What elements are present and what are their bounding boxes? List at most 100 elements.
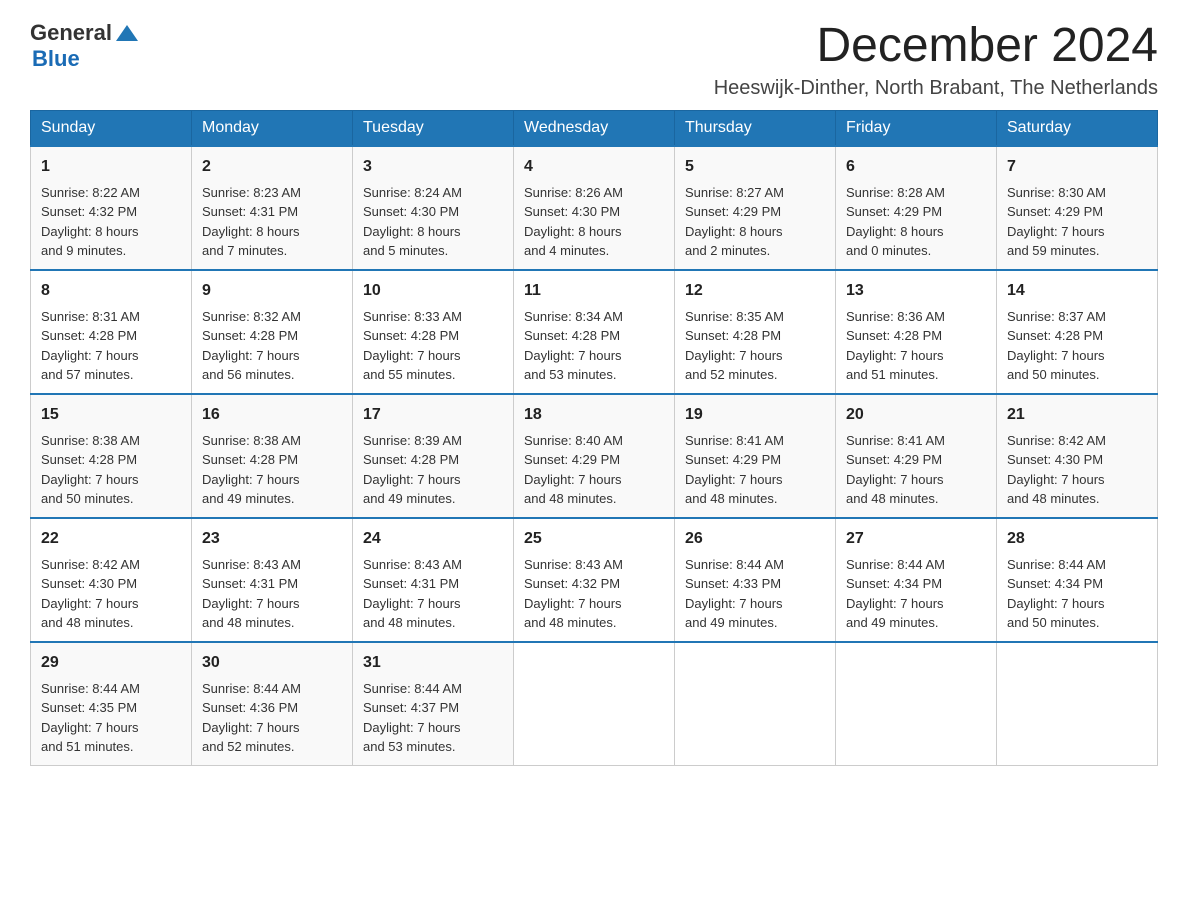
day-sunrise: Sunrise: 8:41 AM (685, 433, 784, 448)
day-daylight-cont: and 49 minutes. (846, 615, 939, 630)
day-daylight-cont: and 59 minutes. (1007, 243, 1100, 258)
logo: General Blue (30, 20, 138, 72)
day-number: 24 (363, 527, 503, 551)
day-daylight-cont: and 48 minutes. (363, 615, 456, 630)
day-number: 5 (685, 155, 825, 179)
day-number: 29 (41, 651, 181, 675)
day-daylight: Daylight: 7 hours (363, 348, 461, 363)
day-sunrise: Sunrise: 8:31 AM (41, 309, 140, 324)
day-sunrise: Sunrise: 8:38 AM (41, 433, 140, 448)
day-sunrise: Sunrise: 8:40 AM (524, 433, 623, 448)
day-header-monday: Monday (192, 110, 353, 146)
day-sunrise: Sunrise: 8:37 AM (1007, 309, 1106, 324)
calendar-cell: 21 Sunrise: 8:42 AM Sunset: 4:30 PM Dayl… (997, 394, 1158, 518)
day-daylight-cont: and 9 minutes. (41, 243, 126, 258)
day-sunset: Sunset: 4:28 PM (41, 328, 137, 343)
day-daylight: Daylight: 7 hours (846, 348, 944, 363)
calendar-cell (997, 642, 1158, 766)
day-sunset: Sunset: 4:34 PM (846, 576, 942, 591)
day-number: 7 (1007, 155, 1147, 179)
day-sunrise: Sunrise: 8:44 AM (41, 681, 140, 696)
day-sunset: Sunset: 4:30 PM (524, 204, 620, 219)
day-sunrise: Sunrise: 8:32 AM (202, 309, 301, 324)
calendar-cell: 15 Sunrise: 8:38 AM Sunset: 4:28 PM Dayl… (31, 394, 192, 518)
day-sunset: Sunset: 4:36 PM (202, 700, 298, 715)
day-sunrise: Sunrise: 8:41 AM (846, 433, 945, 448)
day-daylight: Daylight: 7 hours (524, 472, 622, 487)
day-daylight: Daylight: 7 hours (1007, 472, 1105, 487)
day-daylight: Daylight: 7 hours (202, 720, 300, 735)
day-sunset: Sunset: 4:32 PM (524, 576, 620, 591)
day-sunrise: Sunrise: 8:44 AM (685, 557, 784, 572)
calendar-cell: 1 Sunrise: 8:22 AM Sunset: 4:32 PM Dayli… (31, 146, 192, 270)
day-daylight-cont: and 53 minutes. (524, 367, 617, 382)
calendar-cell: 19 Sunrise: 8:41 AM Sunset: 4:29 PM Dayl… (675, 394, 836, 518)
day-sunrise: Sunrise: 8:30 AM (1007, 185, 1106, 200)
day-sunset: Sunset: 4:28 PM (685, 328, 781, 343)
calendar-cell: 8 Sunrise: 8:31 AM Sunset: 4:28 PM Dayli… (31, 270, 192, 394)
day-daylight-cont: and 49 minutes. (202, 491, 295, 506)
day-number: 4 (524, 155, 664, 179)
calendar-cell: 14 Sunrise: 8:37 AM Sunset: 4:28 PM Dayl… (997, 270, 1158, 394)
day-number: 27 (846, 527, 986, 551)
calendar-cell: 11 Sunrise: 8:34 AM Sunset: 4:28 PM Dayl… (514, 270, 675, 394)
day-number: 14 (1007, 279, 1147, 303)
calendar-cell: 22 Sunrise: 8:42 AM Sunset: 4:30 PM Dayl… (31, 518, 192, 642)
day-header-wednesday: Wednesday (514, 110, 675, 146)
day-number: 20 (846, 403, 986, 427)
day-sunset: Sunset: 4:30 PM (1007, 452, 1103, 467)
day-sunrise: Sunrise: 8:42 AM (41, 557, 140, 572)
header: General Blue December 2024 Heeswijk-Dint… (30, 20, 1158, 100)
day-sunrise: Sunrise: 8:43 AM (202, 557, 301, 572)
day-number: 25 (524, 527, 664, 551)
day-number: 10 (363, 279, 503, 303)
day-header-saturday: Saturday (997, 110, 1158, 146)
day-number: 18 (524, 403, 664, 427)
day-daylight-cont: and 48 minutes. (202, 615, 295, 630)
day-daylight-cont: and 48 minutes. (1007, 491, 1100, 506)
calendar-cell: 7 Sunrise: 8:30 AM Sunset: 4:29 PM Dayli… (997, 146, 1158, 270)
day-daylight: Daylight: 8 hours (846, 224, 944, 239)
day-sunrise: Sunrise: 8:44 AM (846, 557, 945, 572)
day-daylight: Daylight: 7 hours (202, 596, 300, 611)
day-daylight: Daylight: 7 hours (363, 596, 461, 611)
calendar-cell: 17 Sunrise: 8:39 AM Sunset: 4:28 PM Dayl… (353, 394, 514, 518)
day-daylight-cont: and 51 minutes. (846, 367, 939, 382)
day-sunset: Sunset: 4:37 PM (363, 700, 459, 715)
day-number: 30 (202, 651, 342, 675)
day-sunrise: Sunrise: 8:22 AM (41, 185, 140, 200)
day-header-friday: Friday (836, 110, 997, 146)
day-daylight: Daylight: 7 hours (1007, 224, 1105, 239)
day-number: 17 (363, 403, 503, 427)
calendar-week-row: 15 Sunrise: 8:38 AM Sunset: 4:28 PM Dayl… (31, 394, 1158, 518)
day-daylight-cont: and 4 minutes. (524, 243, 609, 258)
day-sunset: Sunset: 4:35 PM (41, 700, 137, 715)
day-sunrise: Sunrise: 8:42 AM (1007, 433, 1106, 448)
day-number: 9 (202, 279, 342, 303)
day-sunrise: Sunrise: 8:36 AM (846, 309, 945, 324)
calendar-cell: 24 Sunrise: 8:43 AM Sunset: 4:31 PM Dayl… (353, 518, 514, 642)
title-area: December 2024 Heeswijk-Dinther, North Br… (714, 20, 1158, 100)
day-daylight: Daylight: 7 hours (202, 348, 300, 363)
day-daylight-cont: and 48 minutes. (41, 615, 134, 630)
day-number: 3 (363, 155, 503, 179)
day-sunset: Sunset: 4:28 PM (41, 452, 137, 467)
calendar-cell: 25 Sunrise: 8:43 AM Sunset: 4:32 PM Dayl… (514, 518, 675, 642)
calendar-cell: 27 Sunrise: 8:44 AM Sunset: 4:34 PM Dayl… (836, 518, 997, 642)
calendar-cell: 4 Sunrise: 8:26 AM Sunset: 4:30 PM Dayli… (514, 146, 675, 270)
day-header-sunday: Sunday (31, 110, 192, 146)
day-number: 23 (202, 527, 342, 551)
calendar-cell (675, 642, 836, 766)
day-number: 16 (202, 403, 342, 427)
day-sunset: Sunset: 4:29 PM (846, 204, 942, 219)
month-title: December 2024 (714, 20, 1158, 73)
day-daylight: Daylight: 7 hours (1007, 348, 1105, 363)
day-sunrise: Sunrise: 8:23 AM (202, 185, 301, 200)
calendar-week-row: 22 Sunrise: 8:42 AM Sunset: 4:30 PM Dayl… (31, 518, 1158, 642)
day-number: 19 (685, 403, 825, 427)
day-sunrise: Sunrise: 8:27 AM (685, 185, 784, 200)
calendar-cell: 5 Sunrise: 8:27 AM Sunset: 4:29 PM Dayli… (675, 146, 836, 270)
day-number: 22 (41, 527, 181, 551)
day-number: 1 (41, 155, 181, 179)
day-daylight: Daylight: 7 hours (685, 348, 783, 363)
